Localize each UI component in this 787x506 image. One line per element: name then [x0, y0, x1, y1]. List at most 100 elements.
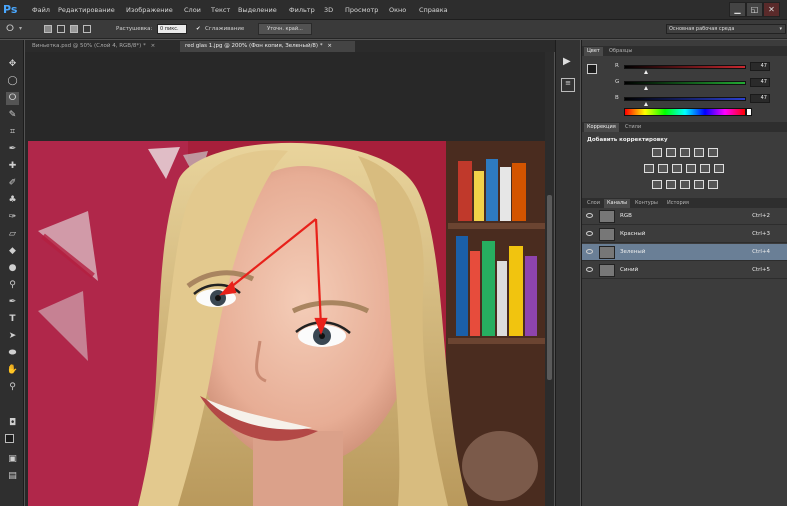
marquee-tool-icon[interactable]: ◯ — [6, 75, 19, 88]
add-selection-icon[interactable] — [57, 25, 65, 33]
lasso-tool-icon[interactable]: ⵔ — [6, 92, 19, 105]
swap-colors-icon[interactable] — [6, 419, 19, 432]
color-spectrum[interactable] — [624, 108, 746, 116]
eye-icon[interactable] — [586, 249, 593, 254]
fg-color-swatch[interactable] — [587, 64, 597, 74]
levels-icon[interactable] — [666, 148, 676, 157]
channel-row-rgb[interactable]: RGB Ctrl+2 — [582, 208, 787, 225]
shape-tool-icon[interactable]: ⬬ — [6, 347, 19, 360]
channel-row-blue[interactable]: Синий Ctrl+5 — [582, 262, 787, 279]
healing-tool-icon[interactable]: ✚ — [6, 160, 19, 173]
channel-mixer-icon[interactable] — [700, 164, 710, 173]
refine-edge-button[interactable]: Уточн. край... — [258, 23, 312, 35]
tab-red-glas[interactable]: red glas 1.jpg @ 200% (Фон копия, Зелены… — [180, 41, 355, 52]
zoom-tool-icon[interactable]: ⚲ — [6, 381, 19, 394]
color-balance-icon[interactable] — [658, 164, 668, 173]
minimize-button[interactable]: ▁ — [729, 2, 746, 17]
feather-input[interactable]: 0 пикс. — [157, 24, 187, 34]
close-button[interactable]: ✕ — [763, 2, 780, 17]
r-slider[interactable] — [624, 65, 746, 69]
menu-help[interactable]: Справка — [419, 6, 448, 14]
dodge-tool-icon[interactable]: ⚲ — [6, 279, 19, 292]
chevron-down-icon[interactable]: ▾ — [19, 25, 22, 32]
screen-mode-icon[interactable]: ▣ — [6, 453, 19, 466]
photo-filter-icon[interactable] — [686, 164, 696, 173]
blur-tool-icon[interactable]: ● — [6, 262, 19, 275]
workspace-select[interactable]: Основная рабочая среда ▾ — [666, 24, 786, 34]
eyedropper-tool-icon[interactable]: ✒ — [6, 143, 19, 156]
channel-row-green[interactable]: Зеленый Ctrl+4 — [582, 244, 787, 261]
black-white-icon[interactable] — [672, 164, 682, 173]
selective-color-icon[interactable] — [694, 180, 704, 189]
scrollbar-thumb[interactable] — [547, 195, 552, 380]
eraser-tool-icon[interactable]: ▱ — [6, 228, 19, 241]
path-select-icon[interactable]: ➤ — [6, 330, 19, 343]
restore-button[interactable]: ◱ — [746, 2, 763, 17]
new-selection-icon[interactable] — [44, 25, 52, 33]
play-icon[interactable]: ▶ — [563, 56, 571, 67]
posterize-icon[interactable] — [666, 180, 676, 189]
tab-vignette[interactable]: Виньетка.psd @ 50% (Слой 4, RGB/8*) * × — [27, 41, 179, 52]
vibrance-icon[interactable] — [708, 148, 718, 157]
brush-tool-icon[interactable]: ✐ — [6, 177, 19, 190]
history-icon[interactable]: ≡ — [561, 78, 575, 92]
eye-icon[interactable] — [586, 231, 593, 236]
subtract-selection-icon[interactable] — [70, 25, 78, 33]
menu-select[interactable]: Выделение — [238, 6, 277, 14]
close-icon[interactable]: × — [151, 43, 156, 49]
move-tool-icon[interactable]: ✥ — [6, 58, 19, 71]
menu-edit[interactable]: Редактирование — [58, 6, 115, 14]
menu-file[interactable]: Файл — [32, 6, 50, 14]
pen-tool-icon[interactable]: ✒ — [6, 296, 19, 309]
crop-tool-icon[interactable]: ⌗ — [6, 126, 19, 139]
tab-swatches[interactable]: Образцы — [606, 47, 635, 56]
menu-view[interactable]: Просмотр — [345, 6, 378, 14]
hue-saturation-icon[interactable] — [644, 164, 654, 173]
g-value[interactable]: 47 — [750, 78, 770, 87]
menu-3d[interactable]: 3D — [324, 6, 333, 14]
antialias-label[interactable]: Сглаживание — [205, 26, 244, 32]
b-slider-thumb[interactable] — [643, 102, 648, 106]
channel-row-red[interactable]: Красный Ctrl+3 — [582, 226, 787, 243]
color-lookup-icon[interactable] — [714, 164, 724, 173]
tab-styles[interactable]: Стили — [622, 123, 644, 132]
menu-type[interactable]: Текст — [211, 6, 230, 14]
tab-paths[interactable]: Контуры — [632, 199, 661, 208]
exposure-icon[interactable] — [694, 148, 704, 157]
quick-select-tool-icon[interactable]: ✎ — [6, 109, 19, 122]
history-brush-icon[interactable]: ✑ — [6, 211, 19, 224]
stamp-tool-icon[interactable]: ♣ — [6, 194, 19, 207]
menu-filter[interactable]: Фильтр — [289, 6, 315, 14]
g-slider[interactable] — [624, 81, 746, 85]
r-value[interactable]: 47 — [750, 62, 770, 71]
menu-window[interactable]: Окно — [389, 6, 406, 14]
b-slider[interactable] — [624, 97, 746, 101]
g-slider-thumb[interactable] — [643, 86, 648, 90]
tab-channels[interactable]: Каналы — [604, 199, 631, 208]
curves-icon[interactable] — [680, 148, 690, 157]
type-tool-icon[interactable]: T — [6, 313, 19, 326]
gradient-tool-icon[interactable]: ◆ — [6, 245, 19, 258]
invert-icon[interactable] — [652, 180, 662, 189]
lasso-icon[interactable]: ⵔ — [6, 24, 14, 34]
gradient-map-icon[interactable] — [708, 180, 718, 189]
tab-layers[interactable]: Слои — [584, 199, 603, 208]
threshold-icon[interactable] — [680, 180, 690, 189]
hand-tool-icon[interactable]: ✋ — [6, 364, 19, 377]
checkbox-icon[interactable]: ✔ — [196, 26, 201, 32]
menu-image[interactable]: Изображение — [126, 6, 173, 14]
tab-color[interactable]: Цвет — [584, 47, 603, 56]
eye-icon[interactable] — [586, 213, 593, 218]
close-icon[interactable]: × — [327, 43, 332, 49]
intersect-selection-icon[interactable] — [83, 25, 91, 33]
frame-icon[interactable]: ▤ — [6, 470, 19, 483]
r-slider-thumb[interactable] — [643, 70, 648, 74]
tab-history[interactable]: История — [664, 199, 692, 208]
b-value[interactable]: 47 — [750, 94, 770, 103]
tab-adjustments[interactable]: Коррекция — [584, 123, 619, 132]
document-photo[interactable] — [28, 141, 545, 506]
white-swatch[interactable] — [746, 108, 752, 116]
menu-layers[interactable]: Слои — [184, 6, 201, 14]
brightness-icon[interactable] — [652, 148, 662, 157]
eye-icon[interactable] — [586, 267, 593, 272]
